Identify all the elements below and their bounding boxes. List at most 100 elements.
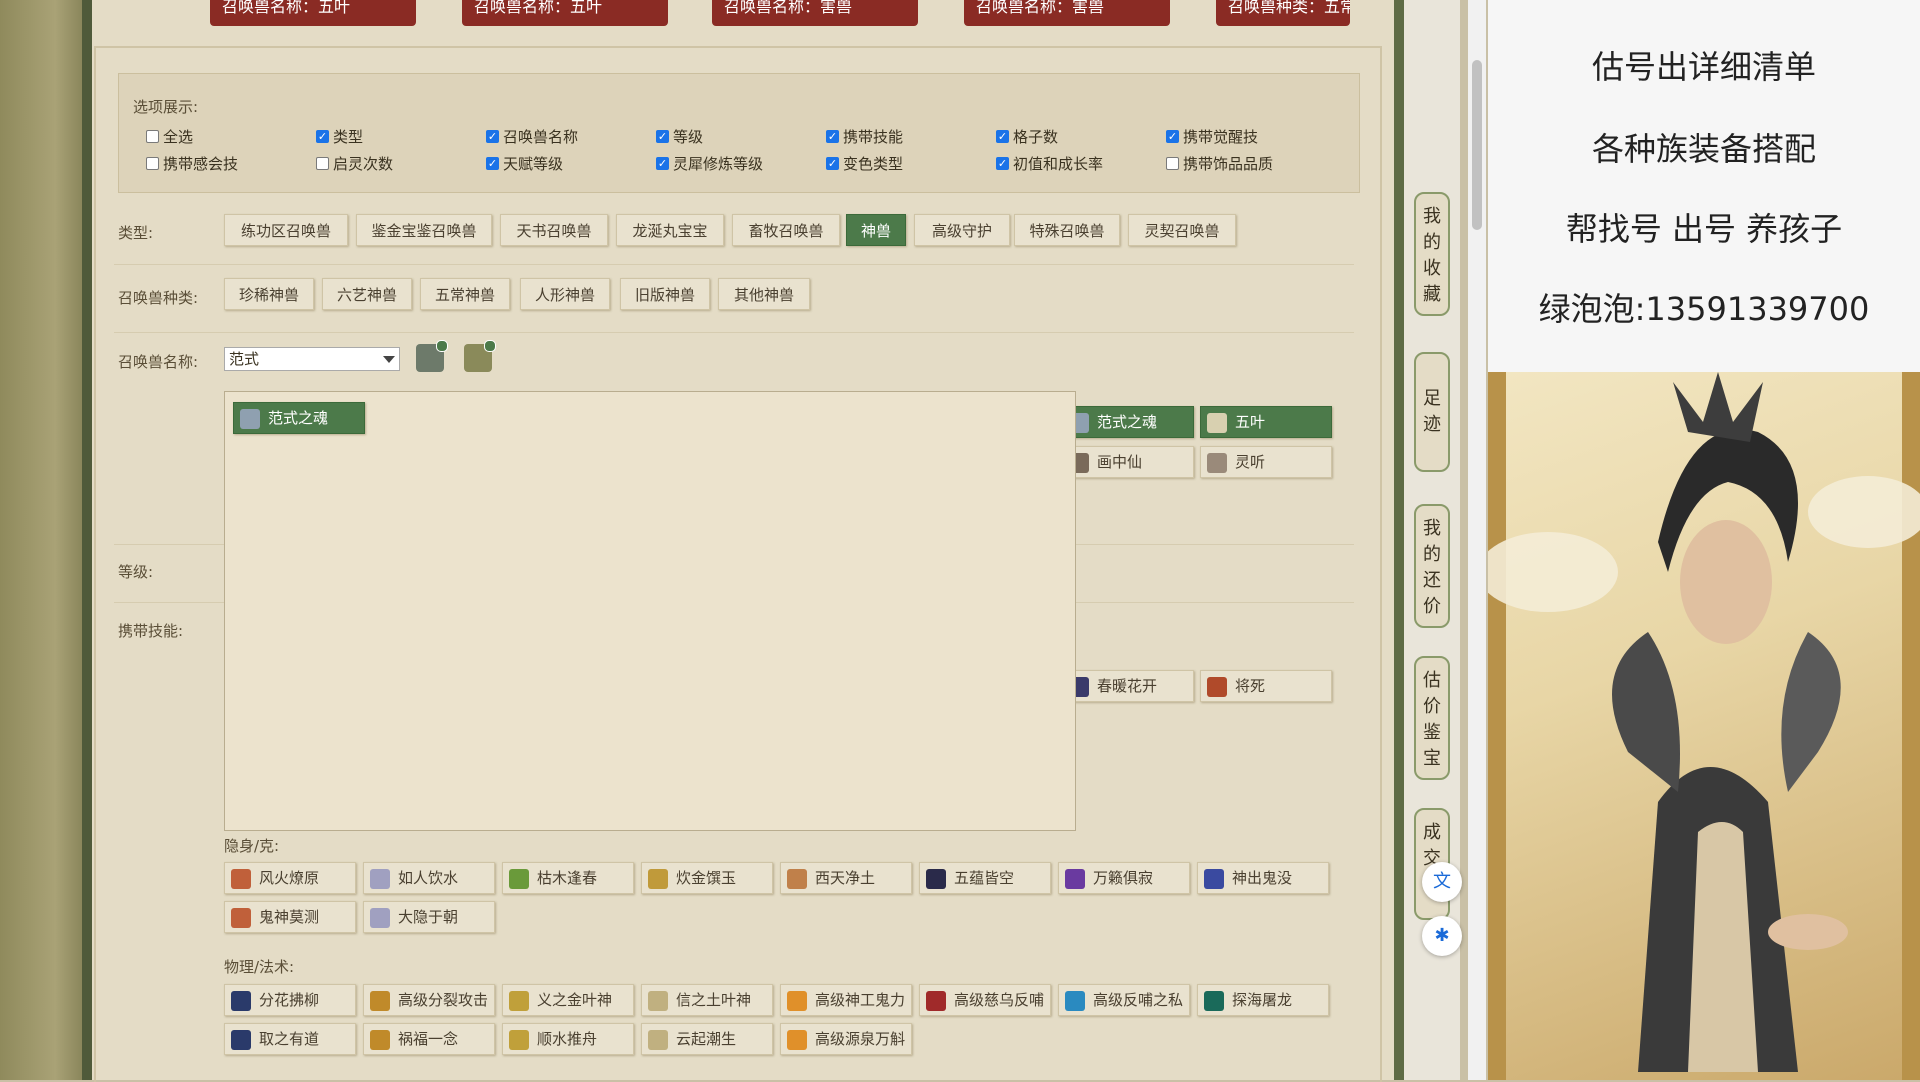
option-checkbox[interactable]: ✓ 携带技能 [826,126,903,147]
type-button-5[interactable]: 畜牧召唤兽 [732,214,840,246]
side-button-appraisal[interactable]: 估价鉴宝 [1414,656,1450,780]
skill-label: 风火燎原 [259,869,320,887]
type-button-9[interactable]: 灵契召唤兽 [1128,214,1236,246]
top-tab-1[interactable]: 召唤兽名称：五叶 [210,0,416,26]
option-checkbox[interactable]: 全选 [146,126,193,147]
skill-chip[interactable]: 高级反哺之私 [1058,984,1190,1016]
checkbox-checked-icon[interactable]: ✓ [996,130,1009,143]
option-checkbox[interactable]: 启灵次数 [316,153,393,174]
skill-chip[interactable]: 如人饮水 [363,862,495,894]
skill-chip[interactable]: 高级分裂攻击 [363,984,495,1016]
skill-chip[interactable]: 祸福一念 [363,1023,495,1055]
kind-button-6[interactable]: 其他神兽 [718,278,810,310]
skill-chip[interactable]: 鬼神莫测 [224,901,356,933]
chevron-down-icon [383,356,395,363]
skill-chip[interactable]: 神出鬼没 [1197,862,1329,894]
ad-panel: 估号出详细清单 各种族装备搭配 帮找号 出号 养孩子 绿泡泡:135913397… [1488,0,1920,372]
option-checkbox[interactable]: ✓ 召唤兽名称 [486,126,578,147]
type-button-7[interactable]: 高级守护 [914,214,1010,246]
skill-icon [231,1030,251,1050]
type-button-2[interactable]: 鉴金宝鉴召唤兽 [356,214,492,246]
skill-label: 如人饮水 [398,869,459,887]
skill-chip[interactable]: 大隐于朝 [363,901,495,933]
option-checkbox[interactable]: ✓ 天赋等级 [486,153,563,174]
kind-button-4[interactable]: 人形神兽 [520,278,610,310]
skill-chip[interactable]: 探海屠龙 [1197,984,1329,1016]
skill-chip[interactable]: 顺水推舟 [502,1023,634,1055]
skill-chip[interactable]: 高级源泉万斛 [780,1023,912,1055]
option-checkbox[interactable]: ✓ 灵犀修炼等级 [656,153,763,174]
option-label: 天赋等级 [503,155,564,173]
skill-icon [926,991,946,1011]
skill-chip-2[interactable]: 将死 [1200,670,1332,702]
scrollbar-thumb[interactable] [1472,60,1482,230]
skill-chip[interactable]: 高级慈乌反哺 [919,984,1051,1016]
skill-icon [1065,869,1085,889]
skill-chip-1[interactable]: 春暖花开 [1062,670,1194,702]
checkbox-unchecked-icon[interactable] [1166,157,1179,170]
top-tab-5[interactable]: 召唤兽种类：五常 [1216,0,1350,26]
option-checkbox[interactable]: ✓ 变色类型 [826,153,903,174]
dropdown-option[interactable]: 范式之魂 [233,402,365,434]
checkbox-unchecked-icon[interactable] [316,157,329,170]
kind-button-2[interactable]: 六艺神兽 [322,278,412,310]
checkbox-checked-icon[interactable]: ✓ [656,157,669,170]
checkbox-checked-icon[interactable]: ✓ [996,157,1009,170]
skill-chip[interactable]: 枯木逢春 [502,862,634,894]
top-tab-2[interactable]: 召唤兽名称：五叶 [462,0,668,26]
top-tab-4[interactable]: 召唤兽名称：害兽 [964,0,1170,26]
skill-chip[interactable]: 分花拂柳 [224,984,356,1016]
skill-chip[interactable]: 信之土叶神 [641,984,773,1016]
side-button-footprint[interactable]: 足迹 [1414,352,1450,472]
skill-label: 高级神工鬼力 [815,991,906,1009]
type-button-8[interactable]: 特殊召唤兽 [1014,214,1120,246]
option-checkbox[interactable]: 携带饰品品质 [1166,153,1273,174]
kind-button-1[interactable]: 珍稀神兽 [224,278,314,310]
pet-chip-2[interactable]: 五叶 [1200,406,1332,438]
skill-chip[interactable]: 取之有道 [224,1023,356,1055]
skill-label: 探海屠龙 [1232,991,1293,1009]
type-button-4[interactable]: 龙涎丸宝宝 [616,214,724,246]
type-button-6[interactable]: 神兽 [846,214,906,246]
skill-chip[interactable]: 云起潮生 [641,1023,773,1055]
skill-chip[interactable]: 炊金馔玉 [641,862,773,894]
checkbox-checked-icon[interactable]: ✓ [1166,130,1179,143]
option-checkbox[interactable]: ✓ 等级 [656,126,703,147]
option-checkbox[interactable]: ✓ 格子数 [996,126,1058,147]
pet-chip-label: 画中仙 [1097,453,1143,471]
skill-chip[interactable]: 风火燎原 [224,862,356,894]
pet-name-dropdown: 范式之魂 [224,391,1076,831]
side-button-my-bids[interactable]: 我的还价 [1414,504,1450,628]
checkbox-unchecked-icon[interactable] [146,157,159,170]
skill-chip[interactable]: 五蕴皆空 [919,862,1051,894]
checkbox-unchecked-icon[interactable] [146,130,159,143]
pet-name-select[interactable]: 范式 [224,347,400,371]
translate-icon[interactable]: 文 [1422,862,1462,902]
kind-button-3[interactable]: 五常神兽 [420,278,510,310]
kind-button-5[interactable]: 旧版神兽 [620,278,710,310]
option-label: 召唤兽名称 [503,128,579,146]
skill-chip[interactable]: 高级神工鬼力 [780,984,912,1016]
checkbox-checked-icon[interactable]: ✓ [826,130,839,143]
option-checkbox[interactable]: 携带感会技 [146,153,238,174]
checkbox-checked-icon[interactable]: ✓ [486,130,499,143]
skill-icon [787,1030,807,1050]
checkbox-checked-icon[interactable]: ✓ [826,157,839,170]
pet-chip-3[interactable]: 画中仙 [1062,446,1194,478]
skill-chip[interactable]: 义之金叶神 [502,984,634,1016]
skill-chip[interactable]: 西天净土 [780,862,912,894]
pet-chip-4[interactable]: 灵听 [1200,446,1332,478]
option-checkbox[interactable]: ✓ 类型 [316,126,363,147]
type-button-1[interactable]: 练功区召唤兽 [224,214,348,246]
top-tab-3[interactable]: 召唤兽名称：害兽 [712,0,918,26]
option-checkbox[interactable]: ✓ 初值和成长率 [996,153,1103,174]
checkbox-checked-icon[interactable]: ✓ [486,157,499,170]
type-button-3[interactable]: 天书召唤兽 [500,214,608,246]
side-button-favorites[interactable]: 我的收藏 [1414,192,1450,316]
network-icon[interactable]: ✱ [1422,916,1462,956]
pet-chip-1[interactable]: 范式之魂 [1062,406,1194,438]
checkbox-checked-icon[interactable]: ✓ [656,130,669,143]
skill-chip[interactable]: 万籁俱寂 [1058,862,1190,894]
checkbox-checked-icon[interactable]: ✓ [316,130,329,143]
option-checkbox[interactable]: ✓ 携带觉醒技 [1166,126,1258,147]
